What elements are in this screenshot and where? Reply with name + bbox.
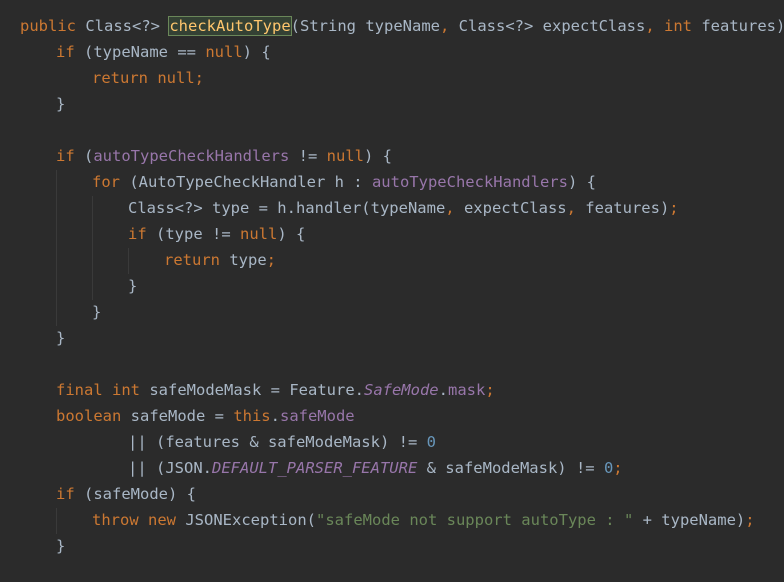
param-token: String typeName [300, 17, 440, 35]
type-token: Class<?> [85, 17, 160, 35]
field-token: mask [447, 381, 486, 399]
field-token: autoTypeCheckHandlers [371, 173, 568, 191]
code-line: return type; [164, 247, 276, 273]
keyword: if [56, 43, 75, 61]
code-text: ( [74, 147, 94, 165]
code-text: ) { [567, 173, 596, 191]
code-text: safeModeMask = Feature. [140, 381, 364, 399]
keyword: int [112, 381, 141, 399]
code-line: || (features & safeModeMask) != 0 [128, 429, 436, 455]
keyword: if [128, 225, 147, 243]
brace: } [56, 329, 66, 347]
code-line: } [56, 325, 65, 351]
code-line: if (typeName == null) { [56, 39, 271, 65]
brace: } [92, 303, 102, 321]
field-token: autoTypeCheckHandlers [93, 147, 290, 165]
keyword: null [326, 147, 364, 165]
code-line: if (safeMode) { [56, 481, 196, 507]
param-token: Class<?> expectClass [449, 17, 646, 35]
code-line: boolean safeMode = this.safeMode [56, 403, 355, 429]
number-token: 0 [603, 459, 614, 477]
code-text: type [220, 251, 267, 269]
code-text: JSONException( [176, 511, 316, 529]
code-line: if (type != null) { [128, 221, 305, 247]
code-line: || (JSON.DEFAULT_PARSER_FEATURE & safeMo… [128, 455, 623, 481]
keyword: return [92, 69, 148, 87]
keyword: null [157, 69, 195, 87]
comma: , [566, 199, 576, 217]
indent-guide [92, 196, 93, 300]
keyword: for [92, 173, 120, 191]
code-line: Class<?> type = h.handler(typeName, expe… [128, 195, 679, 221]
code-text: || (features & safeModeMask) != [128, 433, 427, 451]
brace: } [56, 95, 66, 113]
code-text: (type != [146, 225, 240, 243]
code-text: (typeName == [74, 43, 206, 61]
semicolon: ; [485, 381, 495, 399]
brace: } [56, 537, 66, 555]
code-text: & safeModeMask) != [417, 459, 604, 477]
semicolon: ; [266, 251, 277, 269]
indent-guide [56, 170, 57, 326]
code-text: + typeName) [633, 511, 746, 529]
keyword: if [56, 485, 75, 503]
keyword: throw [92, 511, 139, 529]
code-line: public Class<?> checkAutoType(String typ… [20, 13, 784, 39]
indent-guide [56, 508, 57, 534]
code-text: (safeMode) { [74, 485, 196, 503]
code-text: || (JSON. [128, 459, 212, 477]
comma: , [645, 17, 655, 35]
keyword: null [205, 43, 243, 61]
brace: } [128, 277, 138, 295]
code-line: if (autoTypeCheckHandlers != null) { [56, 143, 392, 169]
code-text: != [289, 147, 327, 165]
code-text: ) { [363, 147, 392, 165]
code-editor[interactable]: public Class<?> checkAutoType(String typ… [0, 0, 784, 582]
keyword: boolean [56, 407, 122, 425]
code-text: (AutoTypeCheckHandler h : [120, 173, 372, 191]
semicolon: ; [613, 459, 623, 477]
code-line: } [92, 299, 101, 325]
string-literal: "safeMode not support autoType : " [316, 511, 634, 529]
code-text: safeMode = [121, 407, 234, 425]
semicolon: ; [745, 511, 755, 529]
param-token: features) { [701, 17, 784, 35]
code-text: ) { [242, 43, 271, 61]
code-text: . [438, 381, 448, 399]
static-field-token: SafeMode [363, 381, 439, 399]
code-line: for (AutoTypeCheckHandler h : autoTypeCh… [92, 169, 596, 195]
keyword: public [20, 17, 76, 35]
comma: , [445, 199, 455, 217]
semicolon: ; [669, 199, 679, 217]
code-text: features) [575, 199, 670, 217]
code-line: } [128, 273, 137, 299]
code-line: } [56, 533, 65, 559]
code-line: final int safeModeMask = Feature.SafeMod… [56, 377, 495, 403]
code-text: expectClass [454, 199, 567, 217]
keyword: final [56, 381, 103, 399]
code-text: Class<?> type = h.handler(typeName [128, 199, 446, 217]
code-text: ) { [277, 225, 306, 243]
code-line: throw new JSONException("safeMode not su… [92, 507, 755, 533]
field-token: safeMode [279, 407, 355, 425]
static-field-token: DEFAULT_PARSER_FEATURE [212, 459, 418, 477]
comma: , [440, 17, 450, 35]
indent-guide [128, 248, 129, 274]
code-text: . [270, 407, 280, 425]
method-name-highlighted[interactable]: checkAutoType [168, 16, 292, 36]
keyword: this [233, 407, 271, 425]
keyword: if [56, 147, 75, 165]
punctuation: ( [290, 17, 301, 35]
number-token: 0 [426, 433, 436, 451]
keyword: int [664, 17, 692, 35]
code-line: } [56, 91, 65, 117]
semicolon: ; [194, 69, 205, 87]
keyword: return [164, 251, 220, 269]
code-line: return null; [92, 65, 204, 91]
keyword: null [240, 225, 278, 243]
keyword: new [148, 511, 177, 529]
